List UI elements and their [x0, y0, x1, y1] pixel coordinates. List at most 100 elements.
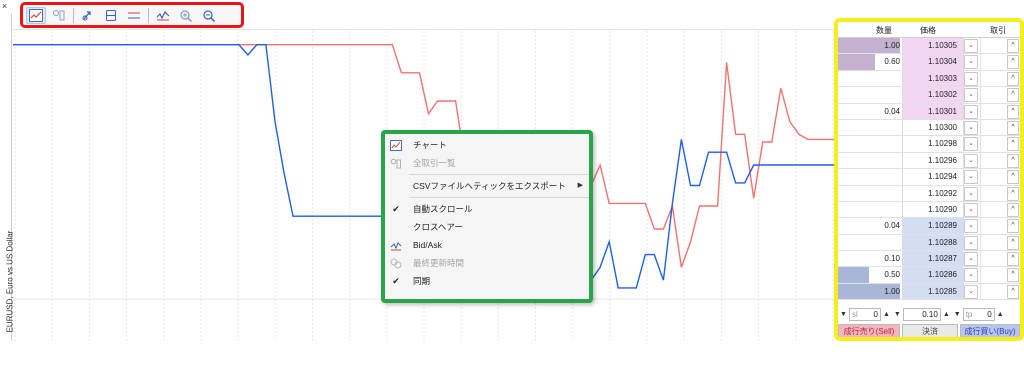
menu-icon-slot	[385, 177, 407, 195]
menu-icon-slot	[385, 218, 407, 236]
dom-qty: 0.50	[884, 270, 900, 280]
dom-row: 1.10298 ⌄ ^	[838, 136, 1020, 153]
dom-order-cell[interactable]	[980, 283, 1006, 300]
tp-up-button[interactable]: ▲	[995, 311, 1006, 318]
last-update-icon[interactable]	[153, 7, 173, 24]
menu-item-label: CSVファイルへティックをエクスポート	[413, 181, 566, 191]
dom-row: 1.10303 ⌄ ^	[838, 70, 1020, 88]
dom-row: 1.10288 ⌄ ^	[838, 234, 1020, 252]
dom-order-cell[interactable]	[980, 70, 1006, 87]
place-order-button[interactable]: ^	[1007, 284, 1019, 299]
order-type-dropdown[interactable]: ⌄	[964, 252, 978, 267]
order-type-dropdown[interactable]: ⌄	[964, 104, 978, 119]
dom-price: 1.10294	[928, 172, 957, 182]
order-type-dropdown[interactable]: ⌄	[964, 137, 978, 152]
place-order-button[interactable]: ^	[1007, 120, 1019, 135]
dom-order-cell[interactable]	[980, 38, 1006, 54]
dom-order-cell[interactable]	[980, 267, 1006, 283]
zoom-out-icon[interactable]	[199, 7, 219, 24]
tp-down-button[interactable]: ▼	[952, 311, 963, 318]
sl-down-button[interactable]: ▼	[838, 311, 849, 318]
all-trades-icon	[385, 154, 407, 172]
dom-order-cell[interactable]	[980, 169, 1006, 185]
place-order-button[interactable]: ^	[1007, 39, 1019, 53]
dom-order-cell[interactable]	[980, 234, 1006, 251]
order-type-dropdown[interactable]: ⌄	[964, 71, 978, 86]
dom-price-cell: 1.10300	[902, 119, 964, 136]
tp-input[interactable]: tp 0	[962, 307, 995, 321]
dom-order-cell[interactable]	[980, 185, 1006, 201]
dom-order-cell[interactable]	[980, 54, 1006, 70]
zoom-in-icon[interactable]	[176, 7, 196, 24]
place-order-button[interactable]: ^	[1007, 252, 1019, 267]
crosshair-icon[interactable]	[101, 7, 121, 24]
place-order-button[interactable]: ^	[1007, 219, 1019, 234]
place-order-button[interactable]: ^	[1007, 235, 1019, 250]
menu-item-0[interactable]: チャート	[385, 136, 589, 154]
dom-price-cell: 1.10294	[902, 169, 964, 185]
bid-ask-icon[interactable]	[124, 7, 144, 24]
order-type-dropdown[interactable]: ⌄	[964, 284, 978, 299]
order-type-dropdown[interactable]: ⌄	[964, 186, 978, 201]
menu-item-7[interactable]: ✔ 同期	[385, 272, 589, 290]
dom-order-cell[interactable]	[980, 119, 1006, 136]
dom-price: 1.10302	[928, 90, 957, 100]
sl-input[interactable]: sl 0	[848, 307, 881, 321]
sl-value: 0	[873, 309, 878, 319]
order-type-dropdown[interactable]: ⌄	[964, 170, 978, 185]
buy-market-button[interactable]: 成行買い(Buy)	[960, 324, 1020, 337]
order-type-dropdown[interactable]: ⌄	[964, 235, 978, 250]
check-mark: ✔	[392, 275, 400, 286]
check-mark: ✔	[392, 203, 400, 214]
dom-order-cell[interactable]	[980, 87, 1006, 103]
order-type-dropdown[interactable]: ⌄	[964, 219, 978, 234]
close-position-button[interactable]: 決済	[902, 324, 958, 337]
sell-market-button[interactable]: 成行売り(Sell)	[838, 324, 900, 337]
dom-order-cell[interactable]	[980, 152, 1006, 169]
close-chart-button[interactable]: ×	[2, 2, 10, 11]
dom-order-cell[interactable]	[980, 103, 1006, 119]
volume-down-button[interactable]: ▼	[892, 311, 903, 318]
volume-up-button[interactable]: ▲	[941, 311, 952, 318]
dom-price-cell: 1.10289	[902, 218, 964, 234]
menu-item-3[interactable]: ✔ 自動スクロール	[385, 200, 589, 218]
order-type-dropdown[interactable]: ⌄	[964, 120, 978, 135]
place-order-button[interactable]: ^	[1007, 202, 1019, 217]
order-type-dropdown[interactable]: ⌄	[964, 55, 978, 70]
place-order-button[interactable]: ^	[1007, 88, 1019, 103]
place-order-button[interactable]: ^	[1007, 104, 1019, 119]
dom-order-cell[interactable]	[980, 218, 1006, 234]
dom-order-cell[interactable]	[980, 201, 1006, 218]
menu-item-5[interactable]: Bid/Ask	[385, 236, 589, 254]
dom-price: 1.10303	[928, 73, 957, 83]
dom-price-cell: 1.10287	[902, 251, 964, 267]
chart-icon	[385, 136, 407, 154]
order-type-dropdown[interactable]: ⌄	[964, 39, 978, 53]
volume-input[interactable]: 0.10	[902, 307, 941, 321]
place-order-button[interactable]: ^	[1007, 268, 1019, 283]
place-order-button[interactable]: ^	[1007, 55, 1019, 70]
sl-up-button[interactable]: ▲	[881, 311, 892, 318]
menu-item-2[interactable]: CSVファイルへティックをエクスポート ▶	[385, 177, 589, 195]
last-update-icon	[385, 254, 407, 272]
auto-scroll-icon[interactable]	[78, 7, 98, 24]
chart-icon[interactable]	[26, 6, 46, 24]
all-trades-icon[interactable]	[49, 7, 69, 24]
place-order-button[interactable]: ^	[1007, 137, 1019, 152]
menu-item-label: 全取引一覧	[413, 158, 456, 168]
menu-item-4[interactable]: クロスヘアー	[385, 218, 589, 236]
dom-qty: 0.10	[884, 254, 900, 264]
dom-order-cell[interactable]	[980, 136, 1006, 152]
check-icon: ✔	[385, 272, 407, 290]
dom-price: 1.10289	[928, 221, 957, 231]
place-order-button[interactable]: ^	[1007, 186, 1019, 201]
order-type-dropdown[interactable]: ⌄	[964, 88, 978, 103]
place-order-button[interactable]: ^	[1007, 170, 1019, 185]
order-type-dropdown[interactable]: ⌄	[964, 202, 978, 217]
order-type-dropdown[interactable]: ⌄	[964, 153, 978, 168]
menu-item-label: 自動スクロール	[413, 204, 473, 214]
order-type-dropdown[interactable]: ⌄	[964, 268, 978, 283]
place-order-button[interactable]: ^	[1007, 71, 1019, 86]
place-order-button[interactable]: ^	[1007, 153, 1019, 168]
dom-order-cell[interactable]	[980, 251, 1006, 267]
